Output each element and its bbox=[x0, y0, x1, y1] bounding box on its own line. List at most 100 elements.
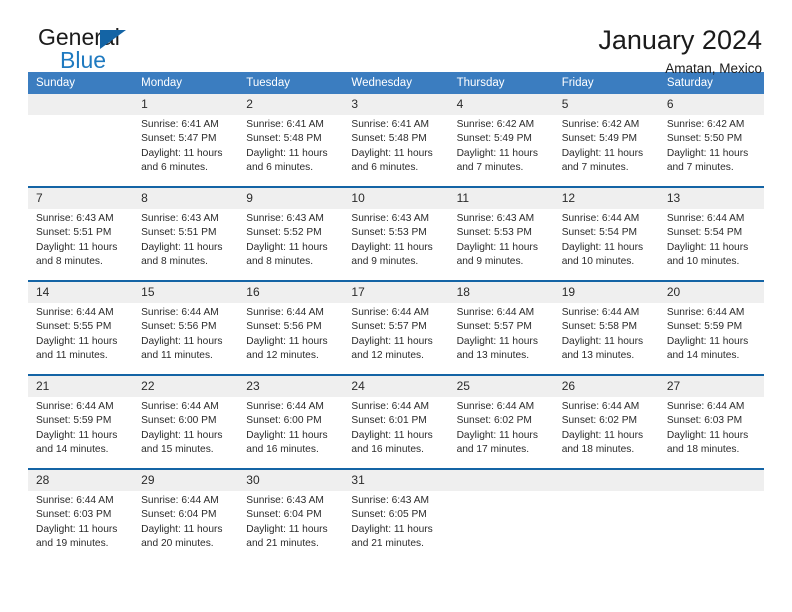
day-cell-23[interactable]: Sunrise: 6:44 AM Sunset: 6:00 PM Daylight:… bbox=[238, 396, 344, 468]
day-cell-13[interactable]: Sunrise: 6:44 AM Sunset: 5:54 PM Daylight:… bbox=[658, 208, 764, 280]
day-number-5[interactable]: 5 bbox=[553, 94, 659, 115]
page-header: General Blue January 2024 Amatan, Mexico bbox=[28, 0, 764, 77]
day-cell-8[interactable]: Sunrise: 6:43 AM Sunset: 5:51 PM Daylight:… bbox=[133, 208, 239, 280]
day-detail-line: Daylight: 11 hours bbox=[351, 429, 433, 441]
day-cell-24[interactable]: Sunrise: 6:44 AM Sunset: 6:01 PM Daylight:… bbox=[343, 396, 449, 468]
day-number-23[interactable]: 23 bbox=[238, 375, 344, 397]
day-number-21[interactable]: 21 bbox=[28, 375, 134, 397]
day-detail-line: Sunset: 5:52 PM bbox=[246, 227, 322, 239]
day-number-1[interactable]: 1 bbox=[133, 94, 239, 115]
day-number-29[interactable]: 29 bbox=[133, 469, 239, 491]
day-detail-line: Daylight: 11 hours bbox=[561, 429, 644, 441]
day-cell-20[interactable]: Sunrise: 6:44 AM Sunset: 5:59 PM Daylight:… bbox=[658, 302, 764, 374]
day-detail-line: Daylight: 11 hours bbox=[141, 335, 223, 347]
day-detail-line: Daylight: 11 hours bbox=[456, 147, 538, 159]
week-daynumber-row: 7 8 9 10 11 12 13 bbox=[28, 187, 764, 209]
day-detail-line: and 10 minutes. bbox=[666, 256, 740, 268]
day-cell-25[interactable]: Sunrise: 6:44 AM Sunset: 6:02 PM Daylight:… bbox=[448, 396, 554, 468]
day-number-16[interactable]: 16 bbox=[238, 281, 344, 303]
day-cell-17[interactable]: Sunrise: 6:44 AM Sunset: 5:57 PM Daylight:… bbox=[343, 302, 449, 374]
day-cell-11[interactable]: Sunrise: 6:43 AM Sunset: 5:53 PM Daylight:… bbox=[448, 208, 554, 280]
day-number-3[interactable]: 3 bbox=[343, 94, 449, 115]
day-cell-30[interactable]: Sunrise: 6:43 AM Sunset: 6:04 PM Daylight:… bbox=[238, 490, 344, 562]
day-cell-31[interactable]: Sunrise: 6:43 AM Sunset: 6:05 PM Daylight:… bbox=[343, 490, 449, 562]
day-detail-line: Sunset: 5:56 PM bbox=[141, 321, 217, 333]
day-number-17[interactable]: 17 bbox=[343, 281, 449, 303]
day-detail-line: Daylight: 11 hours bbox=[666, 241, 749, 253]
day-detail-line: and 16 minutes. bbox=[351, 444, 424, 456]
day-cell-27[interactable]: Sunrise: 6:44 AM Sunset: 6:03 PM Daylight:… bbox=[658, 396, 764, 468]
day-detail-line: Sunset: 5:49 PM bbox=[456, 133, 532, 145]
day-cell-4[interactable]: Sunrise: 6:42 AM Sunset: 5:49 PM Daylight:… bbox=[448, 115, 554, 186]
day-number-8[interactable]: 8 bbox=[133, 187, 239, 209]
day-number-2[interactable]: 2 bbox=[238, 94, 344, 115]
day-cell-18[interactable]: Sunrise: 6:44 AM Sunset: 5:57 PM Daylight:… bbox=[448, 302, 554, 374]
logo-text-blue: Blue bbox=[60, 47, 107, 73]
day-detail-line: and 6 minutes. bbox=[246, 162, 314, 174]
day-cell-28[interactable]: Sunrise: 6:44 AM Sunset: 6:03 PM Daylight:… bbox=[28, 490, 134, 562]
day-number-31[interactable]: 31 bbox=[343, 469, 449, 491]
day-number-26[interactable]: 26 bbox=[553, 375, 659, 397]
day-number-25[interactable]: 25 bbox=[448, 375, 554, 397]
day-cell-5[interactable]: Sunrise: 6:42 AM Sunset: 5:49 PM Daylight:… bbox=[553, 115, 659, 186]
day-detail-line: Daylight: 11 hours bbox=[141, 523, 223, 535]
day-number-9[interactable]: 9 bbox=[238, 187, 344, 209]
day-detail-line: Sunrise: 6:42 AM bbox=[666, 119, 745, 130]
day-number-30[interactable]: 30 bbox=[238, 469, 344, 491]
day-number-15[interactable]: 15 bbox=[133, 281, 239, 303]
day-detail-line: Sunset: 5:56 PM bbox=[246, 321, 322, 333]
day-cell-7[interactable]: Sunrise: 6:43 AM Sunset: 5:51 PM Daylight:… bbox=[28, 208, 134, 280]
day-number-10[interactable]: 10 bbox=[343, 187, 449, 209]
day-detail-line: and 7 minutes. bbox=[561, 162, 629, 174]
day-cell-16[interactable]: Sunrise: 6:44 AM Sunset: 5:56 PM Daylight:… bbox=[238, 302, 344, 374]
day-cell-19[interactable]: Sunrise: 6:44 AM Sunset: 5:58 PM Daylight:… bbox=[553, 302, 659, 374]
day-detail-line: Daylight: 11 hours bbox=[36, 335, 118, 347]
day-number-28[interactable]: 28 bbox=[28, 469, 134, 491]
day-cell-9[interactable]: Sunrise: 6:43 AM Sunset: 5:52 PM Daylight:… bbox=[238, 208, 344, 280]
day-detail-line: Sunrise: 6:44 AM bbox=[36, 400, 114, 412]
day-number-22[interactable]: 22 bbox=[133, 375, 239, 397]
day-number-20[interactable]: 20 bbox=[658, 281, 764, 303]
day-number-4[interactable]: 4 bbox=[448, 94, 554, 115]
day-detail-line: Daylight: 11 hours bbox=[561, 147, 644, 159]
day-cell-21[interactable]: Sunrise: 6:44 AM Sunset: 5:59 PM Daylight:… bbox=[28, 396, 134, 468]
day-cell-29[interactable]: Sunrise: 6:44 AM Sunset: 6:04 PM Daylight:… bbox=[133, 490, 239, 562]
day-number-12[interactable]: 12 bbox=[553, 187, 659, 209]
title-block: January 2024 Amatan, Mexico bbox=[598, 26, 764, 77]
day-cell-14[interactable]: Sunrise: 6:44 AM Sunset: 5:55 PM Daylight:… bbox=[28, 302, 134, 374]
day-number-11[interactable]: 11 bbox=[448, 187, 554, 209]
day-detail-line: and 14 minutes. bbox=[36, 444, 109, 456]
day-detail-line: Sunset: 5:57 PM bbox=[456, 321, 532, 333]
day-number-24[interactable]: 24 bbox=[343, 375, 449, 397]
day-detail-line: Sunrise: 6:44 AM bbox=[36, 494, 114, 506]
general-blue-logo[interactable]: General Blue bbox=[28, 26, 158, 82]
day-number-18[interactable]: 18 bbox=[448, 281, 554, 303]
day-cell-2[interactable]: Sunrise: 6:41 AM Sunset: 5:48 PM Daylight:… bbox=[238, 115, 344, 186]
day-cell-15[interactable]: Sunrise: 6:44 AM Sunset: 5:56 PM Daylight:… bbox=[133, 302, 239, 374]
day-number-19[interactable]: 19 bbox=[553, 281, 659, 303]
day-detail-line: and 7 minutes. bbox=[666, 162, 734, 174]
day-detail-line: and 12 minutes. bbox=[351, 350, 424, 362]
day-detail-line: and 16 minutes. bbox=[246, 444, 319, 456]
day-cell-1[interactable]: Sunrise: 6:41 AM Sunset: 5:47 PM Daylight:… bbox=[133, 115, 239, 186]
day-number-27[interactable]: 27 bbox=[658, 375, 764, 397]
day-number-empty bbox=[553, 469, 659, 491]
day-detail-line: Sunset: 6:00 PM bbox=[246, 415, 322, 427]
day-detail-line: Sunrise: 6:44 AM bbox=[141, 494, 219, 506]
day-number-13[interactable]: 13 bbox=[658, 187, 764, 209]
day-cell-22[interactable]: Sunrise: 6:44 AM Sunset: 6:00 PM Daylight:… bbox=[133, 396, 239, 468]
day-cell-10[interactable]: Sunrise: 6:43 AM Sunset: 5:53 PM Daylight:… bbox=[343, 208, 449, 280]
day-detail-line: Sunrise: 6:44 AM bbox=[36, 306, 114, 318]
day-cell-26[interactable]: Sunrise: 6:44 AM Sunset: 6:02 PM Daylight:… bbox=[553, 396, 659, 468]
day-detail-line: Daylight: 11 hours bbox=[561, 241, 644, 253]
day-number-14[interactable]: 14 bbox=[28, 281, 134, 303]
day-number-empty bbox=[448, 469, 554, 491]
day-detail-line: Daylight: 11 hours bbox=[246, 429, 328, 441]
day-cell-6[interactable]: Sunrise: 6:42 AM Sunset: 5:50 PM Daylight:… bbox=[658, 115, 764, 186]
day-cell-3[interactable]: Sunrise: 6:41 AM Sunset: 5:48 PM Daylight:… bbox=[343, 115, 449, 186]
day-number-7[interactable]: 7 bbox=[28, 187, 134, 209]
day-detail-line: and 7 minutes. bbox=[456, 162, 524, 174]
day-number-6[interactable]: 6 bbox=[658, 94, 764, 115]
day-cell-12[interactable]: Sunrise: 6:44 AM Sunset: 5:54 PM Daylight:… bbox=[553, 208, 659, 280]
day-detail-line: Sunset: 5:54 PM bbox=[666, 227, 743, 239]
